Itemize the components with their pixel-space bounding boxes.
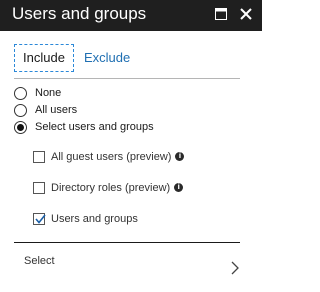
checkbox-label: Users and groups (51, 213, 138, 225)
info-icon[interactable]: i (174, 182, 184, 192)
tab-include[interactable]: Include (14, 44, 74, 72)
checkmark-icon (35, 214, 46, 224)
radio-button-selected[interactable] (14, 121, 27, 134)
checkbox[interactable] (33, 151, 45, 163)
radio-button[interactable] (14, 87, 27, 100)
checkbox-label-wrap: Directory roles (preview) i (51, 181, 184, 196)
checkbox-label-wrap: All guest users (preview) i (51, 150, 185, 165)
checkbox-label: All guest users (preview) (51, 151, 172, 163)
checkbox[interactable] (33, 182, 45, 194)
maximize-icon[interactable] (215, 8, 227, 20)
window-title: Users and groups (12, 4, 147, 23)
title-bar: Users and groups (0, 0, 262, 31)
close-icon[interactable] (240, 8, 252, 20)
radio-label: Select users and groups (35, 121, 154, 133)
tab-divider (14, 78, 240, 79)
checkbox-checked[interactable] (33, 213, 46, 225)
chevron-right-icon[interactable] (230, 261, 240, 275)
radio-label: None (35, 87, 62, 99)
radio-button[interactable] (14, 104, 27, 117)
select-label[interactable]: Select (24, 254, 55, 268)
checkbox-label: Directory roles (preview) (51, 182, 171, 194)
info-icon[interactable]: i (175, 151, 185, 161)
tab-exclude[interactable]: Exclude (84, 48, 130, 68)
radio-label: All users (35, 104, 78, 116)
section-divider (14, 242, 240, 243)
